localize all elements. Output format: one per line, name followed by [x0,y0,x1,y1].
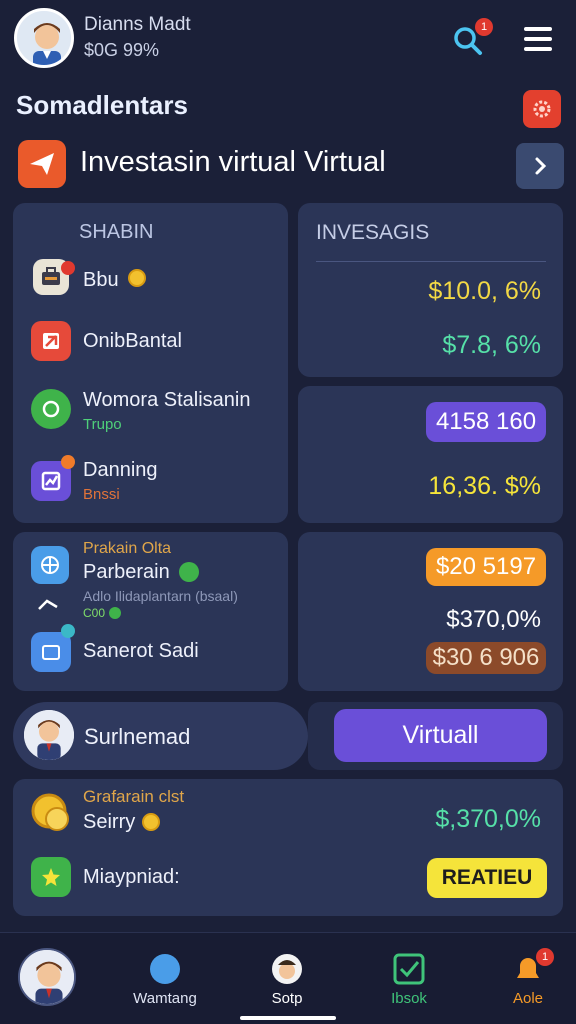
notification-badge: 1 [475,18,493,36]
banner-next-button[interactable] [516,143,564,189]
wallet-icon [31,632,71,672]
rewards-card: Grafarain clst Seirry $,370,0% Miaypniad… [13,779,563,916]
paper-plane-icon [30,153,54,175]
bank-icon [31,321,71,361]
shares-card: SHABIN Bbu OnibBantal Womora Stalisanin … [13,203,288,523]
invest-pill[interactable]: 4158 160 [426,402,546,442]
invest-value: $10.0, 6% [428,277,541,305]
partner-item-label[interactable]: Sanerot Sadi [83,640,199,663]
shares-item-sub: Bnssi [83,486,120,503]
compass-icon [150,954,180,984]
value-pill-orange[interactable]: $20 5197 [426,548,546,586]
gear-icon [533,100,551,118]
item-badge [61,624,75,638]
rewards-label[interactable]: Seirry [83,811,135,834]
nav-item-shop[interactable]: Sotp [247,948,327,1008]
location-icon [31,389,71,429]
person-icon [272,954,302,984]
nav-profile-avatar[interactable] [18,948,76,1006]
profile-name: Surlnemad [84,724,191,749]
globe-icon [31,546,69,584]
shares-item-label[interactable]: Danning [83,459,158,482]
user-name: Dianns Madt [84,14,191,35]
partner-top-label: Prakain Olta [83,540,172,557]
rewards-value: $,370,0% [435,805,541,833]
nav-label: Wamtang [133,990,197,1007]
star-icon [31,857,71,897]
small-coin-icon [109,607,121,619]
nav-label: Aole [512,990,544,1007]
coin-icon [128,269,146,287]
section-title: Somadlentars [16,90,188,120]
value-pill-brown[interactable]: $30 6 906 [426,642,546,674]
invest-value: 16,36. $% [428,472,541,500]
hamburger-icon [524,27,552,51]
item-badge [61,455,75,469]
user-avatar[interactable] [14,8,74,68]
home-indicator [240,1016,336,1020]
checklist-icon [393,953,425,985]
coins-icon [29,791,73,835]
person-icon [24,710,74,760]
plane-badge [18,140,66,188]
item-badge [61,261,75,275]
user-stat: $0G 99% [84,40,160,60]
shares-item-sub: Trupo [83,416,122,433]
rewards-top-label: Grafarain clst [83,787,185,806]
partner-values-card: $20 5197 $370,0% $30 6 906 [298,532,563,691]
partner-sub-line: Adlo Ilidaplantarn (bsaal) [83,588,238,604]
person-icon [17,11,71,65]
banner-title: Investasin virtual Virtual [80,146,386,178]
partner-small-label: C00 [83,606,106,620]
virtual-button[interactable]: Virtuall [334,709,547,762]
invest-card-lower: 4158 160 16,36. $% [298,386,563,523]
invest-heading: INVESAGIS [316,221,430,244]
partner-card: Prakain Olta Parberain Adlo Ilidaplantar… [13,532,288,691]
invest-card: INVESAGIS $10.0, 6% $7.8, 6% [298,203,563,377]
redeem-button[interactable]: REATIEU [427,858,547,898]
nav-item-tasks[interactable]: Ibsok [369,948,449,1008]
nav-item-explore[interactable]: Wamtang [125,948,205,1008]
nav-label: Sotp [271,990,303,1007]
shares-heading: SHABIN [79,221,154,243]
leaf-icon [179,562,199,582]
nav-badge: 1 [536,948,554,966]
invest-value: $7.8, 6% [442,331,541,359]
nav-item-alerts[interactable]: 1 Aole [488,948,568,1008]
chevron-right-icon [535,157,547,175]
partner-value: $370,0% [446,606,541,633]
shares-item-label[interactable]: Womora Stalisanin [83,389,250,412]
nav-label: Ibsok [391,990,427,1007]
settings-button[interactable] [523,90,561,128]
link-icon [37,598,59,610]
profile-avatar[interactable] [24,710,74,760]
partner-label[interactable]: Parberain [83,561,170,584]
search-button[interactable]: 1 [450,18,493,58]
coin-icon [142,813,160,831]
rewards-label[interactable]: Miaypniad: [83,866,180,889]
shares-item-label[interactable]: OnibBantal [83,330,182,353]
menu-button[interactable] [522,24,554,54]
shares-item-label[interactable]: Bbu [83,269,119,292]
divider [316,261,546,262]
